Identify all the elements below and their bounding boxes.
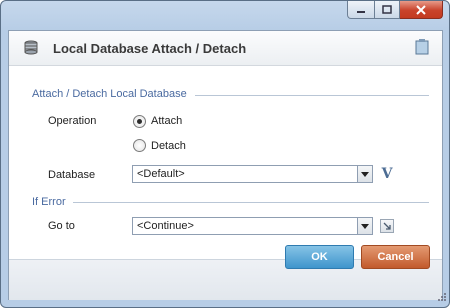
- dialog-header: Local Database Attach / Detach: [9, 31, 442, 66]
- detach-option-label[interactable]: Detach: [151, 140, 186, 152]
- minimize-button[interactable]: [347, 1, 375, 19]
- goto-target-button[interactable]: [380, 219, 394, 233]
- caption-buttons: [347, 1, 443, 19]
- detach-radio[interactable]: [133, 139, 146, 152]
- section-divider: [73, 202, 429, 203]
- attach-option-label[interactable]: Attach: [151, 115, 182, 127]
- arrow-icon: [383, 222, 391, 230]
- close-button[interactable]: [400, 1, 443, 19]
- resize-grip-icon[interactable]: [437, 292, 447, 305]
- note-icon[interactable]: [415, 39, 429, 58]
- database-select[interactable]: <Default>: [132, 165, 373, 183]
- variable-button[interactable]: V: [378, 165, 396, 183]
- section-divider: [195, 95, 429, 96]
- section-title-attach: Attach / Detach Local Database: [32, 88, 187, 100]
- chevron-down-icon[interactable]: [357, 166, 372, 182]
- minimize-icon: [357, 10, 365, 13]
- section-title-error: If Error: [32, 196, 66, 208]
- maximize-button[interactable]: [375, 1, 400, 19]
- attach-radio[interactable]: [133, 115, 146, 128]
- database-stack-icon: [23, 40, 41, 59]
- operation-label: Operation: [48, 115, 97, 127]
- dialog-window: Local Database Attach / Detach Attach / …: [0, 0, 450, 308]
- database-label: Database: [48, 169, 96, 181]
- goto-label: Go to: [48, 220, 75, 232]
- chevron-down-icon[interactable]: [357, 218, 372, 234]
- goto-select[interactable]: <Continue>: [132, 217, 373, 235]
- maximize-icon: [382, 5, 392, 14]
- database-value: <Default>: [137, 168, 185, 180]
- ok-button[interactable]: OK: [285, 245, 354, 269]
- close-icon: [416, 4, 426, 15]
- goto-value: <Continue>: [137, 220, 194, 232]
- dialog-title: Local Database Attach / Detach: [53, 41, 247, 56]
- cancel-button[interactable]: Cancel: [361, 245, 430, 269]
